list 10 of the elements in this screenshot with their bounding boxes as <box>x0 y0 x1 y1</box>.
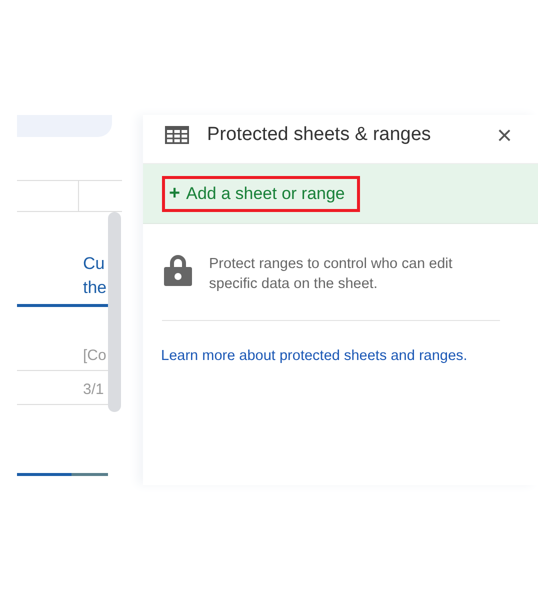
description-text: Protect ranges to control who can edit specific data on the sheet. <box>209 255 454 294</box>
close-button[interactable]: × <box>496 120 512 150</box>
add-range-button[interactable]: + Add a sheet or range <box>162 176 360 212</box>
header-text: Cu <box>83 253 106 275</box>
header-text: the <box>83 277 108 299</box>
learn-more-link[interactable]: Learn more about protected sheets and ranges. <box>161 348 538 364</box>
grid-icon <box>165 126 189 144</box>
lock-icon <box>163 254 193 286</box>
scrollbar-thumb[interactable] <box>108 212 121 412</box>
panel-title: Protected sheets & ranges <box>207 124 432 146</box>
